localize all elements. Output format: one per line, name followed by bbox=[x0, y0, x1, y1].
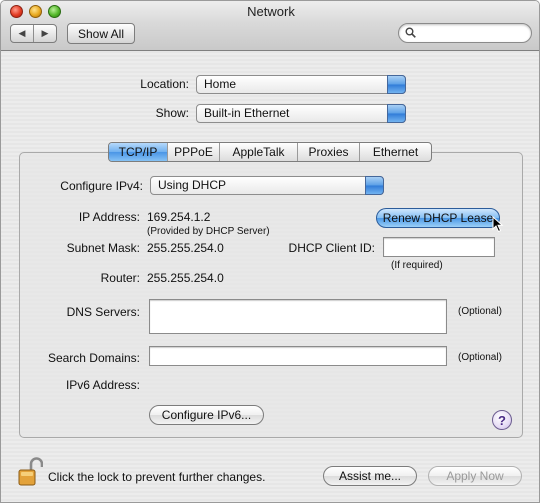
dns-servers-note: (Optional) bbox=[458, 306, 502, 317]
configure-ipv6-button[interactable]: Configure IPv6... bbox=[149, 405, 264, 425]
search-domains-label: Search Domains: bbox=[47, 351, 140, 365]
popup-arrows-icon bbox=[387, 104, 406, 123]
help-button[interactable]: ? bbox=[492, 410, 512, 430]
configure-ipv4-value: Using DHCP bbox=[158, 178, 227, 192]
back-forward-control: ◀ ▶ bbox=[10, 24, 57, 43]
tab-pppoe[interactable]: PPPoE bbox=[168, 143, 220, 161]
tab-appletalk[interactable]: AppleTalk bbox=[220, 143, 298, 161]
dhcp-client-id-note: (If required) bbox=[391, 260, 443, 271]
title-bar: Network ◀ ▶ Show All bbox=[1, 1, 539, 51]
location-popup[interactable]: Home bbox=[196, 75, 406, 94]
dhcp-client-id-label: DHCP Client ID: bbox=[288, 241, 375, 255]
subnet-mask-label: Subnet Mask: bbox=[66, 241, 140, 255]
popup-arrows-icon bbox=[387, 75, 406, 94]
subnet-mask-value: 255.255.254.0 bbox=[147, 241, 224, 255]
back-arrow-icon[interactable]: ◀ bbox=[11, 25, 34, 42]
show-popup[interactable]: Built-in Ethernet bbox=[196, 104, 406, 123]
tab-ethernet[interactable]: Ethernet bbox=[360, 143, 431, 161]
lock-icon[interactable] bbox=[17, 457, 43, 487]
show-all-button[interactable]: Show All bbox=[67, 23, 135, 44]
search-domains-field[interactable] bbox=[149, 346, 447, 366]
show-label: Show: bbox=[155, 106, 189, 120]
location-label: Location: bbox=[140, 77, 189, 91]
search-domains-note: (Optional) bbox=[458, 352, 502, 363]
popup-arrows-icon bbox=[365, 176, 384, 195]
ipv6-address-label: IPv6 Address: bbox=[65, 378, 140, 392]
dns-servers-label: DNS Servers: bbox=[66, 305, 140, 319]
tab-bar: TCP/IP PPPoE AppleTalk Proxies Ethernet bbox=[108, 142, 432, 162]
apply-now-button[interactable]: Apply Now bbox=[428, 466, 522, 486]
forward-arrow-icon[interactable]: ▶ bbox=[34, 25, 56, 42]
assist-me-button[interactable]: Assist me... bbox=[323, 466, 417, 486]
show-value: Built-in Ethernet bbox=[204, 106, 290, 120]
ip-address-note: (Provided by DHCP Server) bbox=[147, 226, 270, 237]
network-preferences-window: Network ◀ ▶ Show All Location: Home Show… bbox=[0, 0, 540, 503]
search-icon bbox=[405, 27, 416, 38]
search-input[interactable] bbox=[398, 23, 532, 43]
lock-message: Click the lock to prevent further change… bbox=[48, 470, 266, 484]
renew-dhcp-lease-button[interactable]: Renew DHCP Lease bbox=[376, 208, 500, 228]
location-value: Home bbox=[204, 77, 237, 91]
dns-servers-field[interactable] bbox=[149, 299, 447, 334]
window-title: Network bbox=[247, 4, 295, 19]
configure-ipv4-label: Configure IPv4: bbox=[60, 179, 143, 193]
dhcp-client-id-field[interactable] bbox=[383, 237, 495, 257]
tab-tcpip[interactable]: TCP/IP bbox=[109, 143, 168, 161]
ip-address-value: 169.254.1.2 bbox=[147, 210, 211, 224]
router-value: 255.255.254.0 bbox=[147, 271, 224, 285]
configure-ipv4-popup[interactable]: Using DHCP bbox=[150, 176, 384, 195]
router-label: Router: bbox=[100, 271, 140, 285]
ip-address-label: IP Address: bbox=[78, 210, 140, 224]
mouse-cursor-icon bbox=[492, 216, 504, 233]
tab-proxies[interactable]: Proxies bbox=[298, 143, 360, 161]
